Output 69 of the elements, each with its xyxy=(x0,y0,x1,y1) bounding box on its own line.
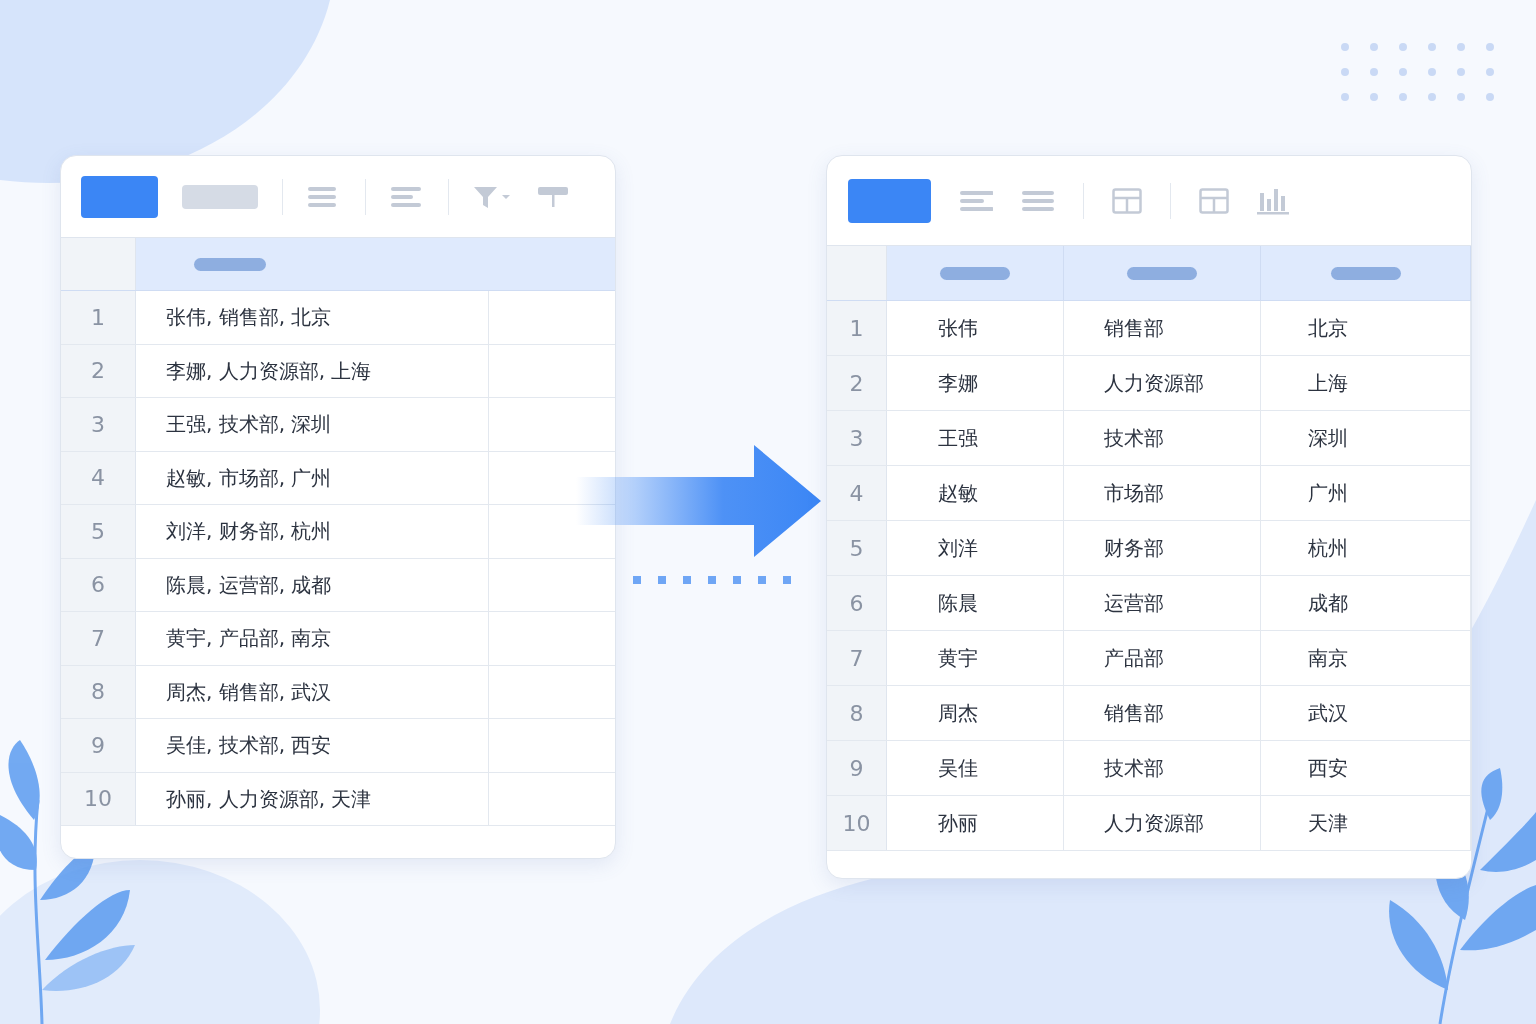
table-cell-text: 西安 xyxy=(1307,755,1349,782)
table-cell-text: 杭州 xyxy=(1307,535,1349,562)
row-number: 10 xyxy=(827,796,887,850)
table-cell-text: 武汉 xyxy=(1307,700,1349,727)
table-cell-text: 周杰 xyxy=(936,700,978,727)
table-icon[interactable] xyxy=(1112,187,1142,214)
row-number: 10 xyxy=(61,772,136,825)
row-number: 3 xyxy=(827,411,887,465)
row-number: 9 xyxy=(827,741,887,795)
table-cell-text: 市场部 xyxy=(1102,480,1164,507)
table-cell: 赵敏, 市场部, 广州 xyxy=(136,451,489,504)
table-cell-text: 张伟 xyxy=(936,315,978,342)
table-cell-text: 财务部 xyxy=(1102,535,1164,562)
table-cell: 周杰, 销售部, 武汉 xyxy=(136,665,489,718)
row-number: 6 xyxy=(827,576,887,630)
bar-chart-icon[interactable] xyxy=(1257,186,1289,215)
row-number: 5 xyxy=(827,521,887,575)
row-number: 5 xyxy=(61,505,136,558)
table-cell-text: 产品部 xyxy=(1102,645,1164,672)
row-number: 7 xyxy=(827,631,887,685)
table-cell-text: 孙丽 xyxy=(936,810,978,837)
table-cell: 孙丽, 人力资源部, 天津 xyxy=(136,772,489,825)
table-cell: 王强, 技术部, 深圳 xyxy=(136,398,489,451)
table-cell-text: 上海 xyxy=(1307,370,1349,397)
table-cell-text: 黄宇 xyxy=(936,645,978,672)
table-cell: 陈晨, 运营部, 成都 xyxy=(136,558,489,611)
row-number: 2 xyxy=(827,356,887,410)
header-pill xyxy=(1330,266,1401,280)
table-cell-text: 北京 xyxy=(1307,315,1349,342)
table-cell-text: 技术部 xyxy=(1102,425,1164,452)
table-cell: 李娜, 人力资源部, 上海 xyxy=(136,344,489,397)
row-number: 3 xyxy=(61,398,136,451)
row-number: 4 xyxy=(61,451,136,504)
table-cell-text: 成都 xyxy=(1307,590,1349,617)
table-cell-text: 技术部 xyxy=(1102,755,1164,782)
toolbar-button[interactable] xyxy=(848,178,931,223)
table-cell-text: 陈晨 xyxy=(936,590,978,617)
row-number: 1 xyxy=(827,301,887,355)
table-icon[interactable] xyxy=(1199,187,1229,214)
table-cell-text: 销售部 xyxy=(1102,315,1164,342)
table-cell: 刘洋, 财务部, 杭州 xyxy=(136,505,489,558)
row-number: 9 xyxy=(61,719,136,772)
row-number: 7 xyxy=(61,612,136,665)
table-cell-text: 人力资源部 xyxy=(1102,810,1204,837)
toolbar-button[interactable] xyxy=(81,175,158,218)
table-cell-text: 李娜 xyxy=(936,370,978,397)
table-cell-text: 深圳 xyxy=(1307,425,1349,452)
header-pill xyxy=(194,257,266,271)
row-number: 8 xyxy=(61,665,136,718)
table-cell-text: 广州 xyxy=(1307,480,1349,507)
row-number: 2 xyxy=(61,344,136,397)
table-cell: 张伟, 销售部, 北京 xyxy=(136,291,489,344)
table-cell-text: 南京 xyxy=(1307,645,1349,672)
row-number: 8 xyxy=(827,686,887,740)
header-pill xyxy=(939,266,1010,280)
row-number: 4 xyxy=(827,466,887,520)
table-cell-text: 天津 xyxy=(1307,810,1349,837)
table-cell-text: 人力资源部 xyxy=(1102,370,1204,397)
table-cell-text: 吴佳 xyxy=(936,755,978,782)
row-number: 1 xyxy=(61,291,136,344)
table-cell-text: 刘洋 xyxy=(936,535,978,562)
table-cell-text: 王强 xyxy=(936,425,978,452)
table-cell: 黄宇, 产品部, 南京 xyxy=(136,612,489,665)
header-pill xyxy=(1126,266,1197,280)
table-cell-text: 赵敏 xyxy=(936,480,978,507)
table-cell: 吴佳, 技术部, 西安 xyxy=(136,719,489,772)
row-number: 6 xyxy=(61,558,136,611)
table-cell-text: 运营部 xyxy=(1102,590,1164,617)
table-cell-text: 销售部 xyxy=(1102,700,1164,727)
